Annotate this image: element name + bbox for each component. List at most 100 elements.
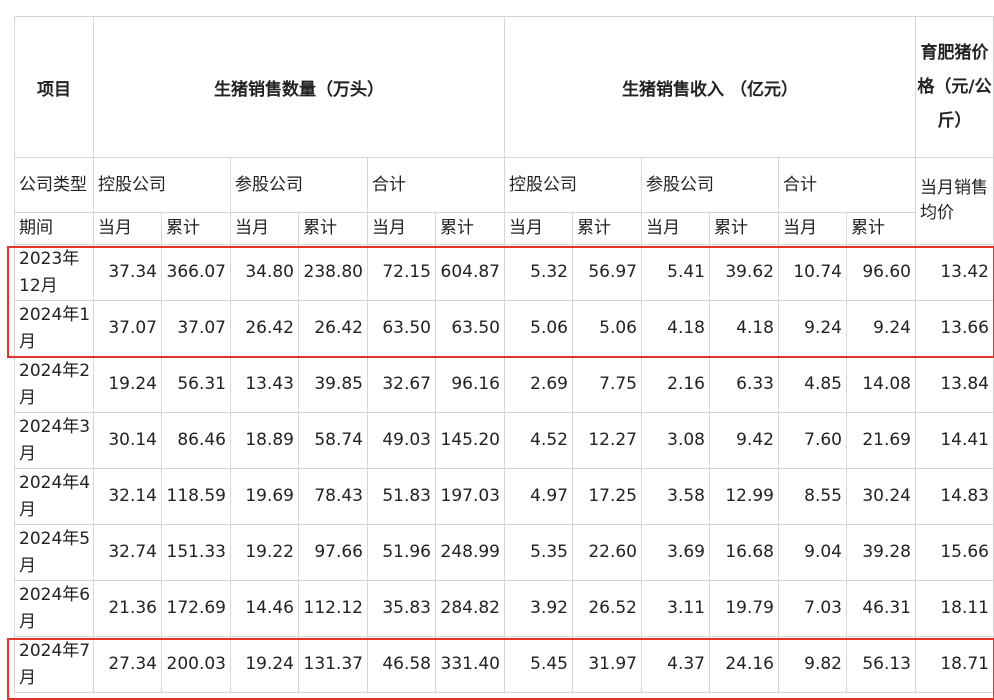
header-qty-participating: 参股公司 [230,157,368,213]
row-value: 6.33 [709,356,779,413]
row-value: 63.50 [435,300,505,357]
header-rev-total: 合计 [778,157,916,213]
row-value: 19.24 [230,636,299,693]
row-value: 39.62 [709,244,779,301]
header-sales-revenue: 生猪销售收入 （亿元） [504,16,916,158]
row-value: 30.24 [846,468,916,525]
header-current-month: 当月 [778,212,847,245]
row-value: 24.16 [709,636,779,693]
row-value: 238.80 [298,244,368,301]
row-value: 8.55 [778,468,847,525]
header-current-month: 当月 [504,212,573,245]
row-value: 366.07 [161,244,231,301]
row-value: 2.69 [504,356,573,413]
row-value: 4.97 [504,468,573,525]
row-value: 86.46 [161,412,231,469]
row-value: 39.85 [298,356,368,413]
row-value: 15.66 [915,524,994,581]
row-period: 2024年7月 [14,636,94,693]
row-value: 172.69 [161,580,231,637]
row-value: 112.12 [298,580,368,637]
row-value: 2.16 [641,356,710,413]
row-value: 7.75 [572,356,642,413]
row-value: 21.36 [93,580,162,637]
row-value: 37.07 [161,300,231,357]
row-value: 37.34 [93,244,162,301]
row-period: 2024年5月 [14,524,94,581]
header-cumulative: 累计 [161,212,231,245]
row-value: 96.16 [435,356,505,413]
row-value: 63.50 [367,300,436,357]
row-value: 30.14 [93,412,162,469]
header-sales-quantity: 生猪销售数量（万头） [93,16,505,158]
row-value: 197.03 [435,468,505,525]
row-value: 10.74 [778,244,847,301]
row-value: 3.08 [641,412,710,469]
header-cumulative: 累计 [846,212,916,245]
table-row: 2024年2月 19.24 56.31 13.43 39.85 32.67 96.16 2.6… [14,356,994,413]
pig-sales-table: 项目 生猪销售数量（万头） 生猪销售收入 （亿元） 育肥猪价格（元/公斤） 公司… [14,16,994,693]
header-qty-holding: 控股公司 [93,157,231,213]
row-value: 3.69 [641,524,710,581]
table-row: 2024年3月 30.14 86.46 18.89 58.74 49.03 145.20 4.… [14,412,994,469]
row-value: 4.18 [641,300,710,357]
header-current-month: 当月 [367,212,436,245]
row-value: 5.41 [641,244,710,301]
row-value: 151.33 [161,524,231,581]
row-value: 14.08 [846,356,916,413]
row-value: 3.58 [641,468,710,525]
row-value: 32.74 [93,524,162,581]
row-value: 56.13 [846,636,916,693]
header-cumulative: 累计 [572,212,642,245]
row-value: 51.96 [367,524,436,581]
row-value: 5.06 [504,300,573,357]
row-value: 14.41 [915,412,994,469]
row-value: 16.68 [709,524,779,581]
row-value: 34.80 [230,244,299,301]
header-qty-total: 合计 [367,157,505,213]
table-row: 2024年4月 32.14 118.59 19.69 78.43 51.83 197.03 4… [14,468,994,525]
row-value: 3.11 [641,580,710,637]
table-row: 2024年6月 21.36 172.69 14.46 112.12 35.83 284.82… [14,580,994,637]
row-value: 3.92 [504,580,573,637]
row-value: 5.35 [504,524,573,581]
table-row: 2023年12月 37.34 366.07 34.80 238.80 72.15 604.8… [14,244,994,301]
row-value: 13.42 [915,244,994,301]
row-value: 13.43 [230,356,299,413]
row-value: 12.27 [572,412,642,469]
row-value: 22.60 [572,524,642,581]
header-cumulative: 累计 [298,212,368,245]
row-period: 2023年12月 [14,244,94,301]
header-current-month: 当月 [230,212,299,245]
row-value: 32.14 [93,468,162,525]
header-avg-price: 当月销售均价 [915,157,994,245]
row-value: 58.74 [298,412,368,469]
row-value: 19.24 [93,356,162,413]
row-value: 145.20 [435,412,505,469]
row-value: 56.97 [572,244,642,301]
row-value: 131.37 [298,636,368,693]
row-value: 4.85 [778,356,847,413]
row-value: 39.28 [846,524,916,581]
row-value: 5.32 [504,244,573,301]
header-period: 期间 [14,212,94,245]
header-current-month: 当月 [93,212,162,245]
header-rev-participating: 参股公司 [641,157,779,213]
row-value: 9.24 [778,300,847,357]
header-current-month: 当月 [641,212,710,245]
row-value: 12.99 [709,468,779,525]
row-value: 27.34 [93,636,162,693]
row-value: 13.84 [915,356,994,413]
row-value: 118.59 [161,468,231,525]
row-value: 4.37 [641,636,710,693]
row-value: 37.07 [93,300,162,357]
row-value: 46.31 [846,580,916,637]
header-company-type: 公司类型 [14,157,94,213]
row-value: 26.52 [572,580,642,637]
header-item: 项目 [14,16,94,158]
row-value: 31.97 [572,636,642,693]
row-value: 32.67 [367,356,436,413]
row-value: 18.89 [230,412,299,469]
row-value: 35.83 [367,580,436,637]
row-value: 9.82 [778,636,847,693]
